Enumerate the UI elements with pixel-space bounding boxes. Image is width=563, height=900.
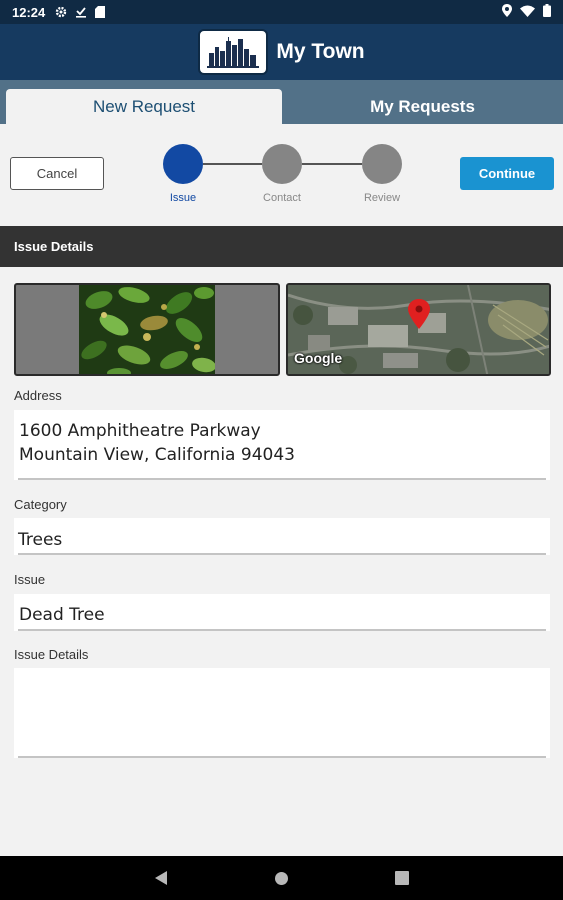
settings-icon <box>55 6 67 18</box>
issue-underline <box>18 629 546 631</box>
issue-value: Dead Tree <box>19 605 105 625</box>
step-review-label: Review <box>363 192 401 204</box>
section-header: Issue Details <box>0 226 563 267</box>
home-icon[interactable] <box>274 871 289 891</box>
status-bar: 12:24 <box>0 0 563 24</box>
issue-field[interactable]: Dead Tree <box>14 594 550 631</box>
step-contact-label: Contact <box>263 192 301 204</box>
issue-details-label: Issue Details <box>14 647 89 662</box>
category-field[interactable]: Trees <box>14 518 550 555</box>
location-icon <box>502 4 512 20</box>
stepper-area: Cancel Issue Contact Review Continue <box>0 124 563 226</box>
tab-new-request[interactable]: New Request <box>6 89 282 124</box>
category-label: Category <box>14 497 67 512</box>
step-connector <box>302 163 362 165</box>
issue-photo[interactable] <box>14 283 280 376</box>
step-connector <box>203 163 262 165</box>
battery-icon <box>543 4 551 20</box>
issue-details-underline <box>18 756 546 758</box>
map-attribution: Google <box>294 350 343 366</box>
category-value: Trees <box>18 530 63 550</box>
address-line2: Mountain View, California 94043 <box>19 445 295 465</box>
address-label: Address <box>14 388 62 403</box>
address-underline <box>18 478 546 480</box>
city-skyline-logo <box>198 29 269 75</box>
app-header: My Town <box>0 24 563 80</box>
step-contact-indicator <box>262 144 302 184</box>
wifi-icon <box>520 5 535 20</box>
system-nav-bar <box>0 856 563 900</box>
issue-label: Issue <box>14 572 46 587</box>
back-icon[interactable] <box>154 870 168 891</box>
sd-card-icon <box>95 6 106 18</box>
address-line1: 1600 Amphitheatre Parkway <box>19 421 261 441</box>
tab-bar: New Request My Requests <box>0 80 563 124</box>
issue-details-textarea[interactable] <box>14 668 550 758</box>
step-issue-label: Issue <box>169 192 197 204</box>
cancel-button[interactable]: Cancel <box>10 157 104 190</box>
download-done-icon <box>75 6 87 18</box>
tab-my-requests[interactable]: My Requests <box>282 89 563 124</box>
continue-button[interactable]: Continue <box>460 157 554 190</box>
address-field[interactable]: 1600 Amphitheatre Parkway Mountain View,… <box>14 410 550 480</box>
location-map[interactable]: Google <box>286 283 551 376</box>
recents-icon[interactable] <box>395 871 409 890</box>
tree-photo-image <box>79 285 215 374</box>
status-time: 12:24 <box>12 4 46 20</box>
category-underline <box>18 553 546 555</box>
step-review-indicator <box>362 144 402 184</box>
app-title: My Town <box>276 40 365 63</box>
step-issue-indicator <box>163 144 203 184</box>
